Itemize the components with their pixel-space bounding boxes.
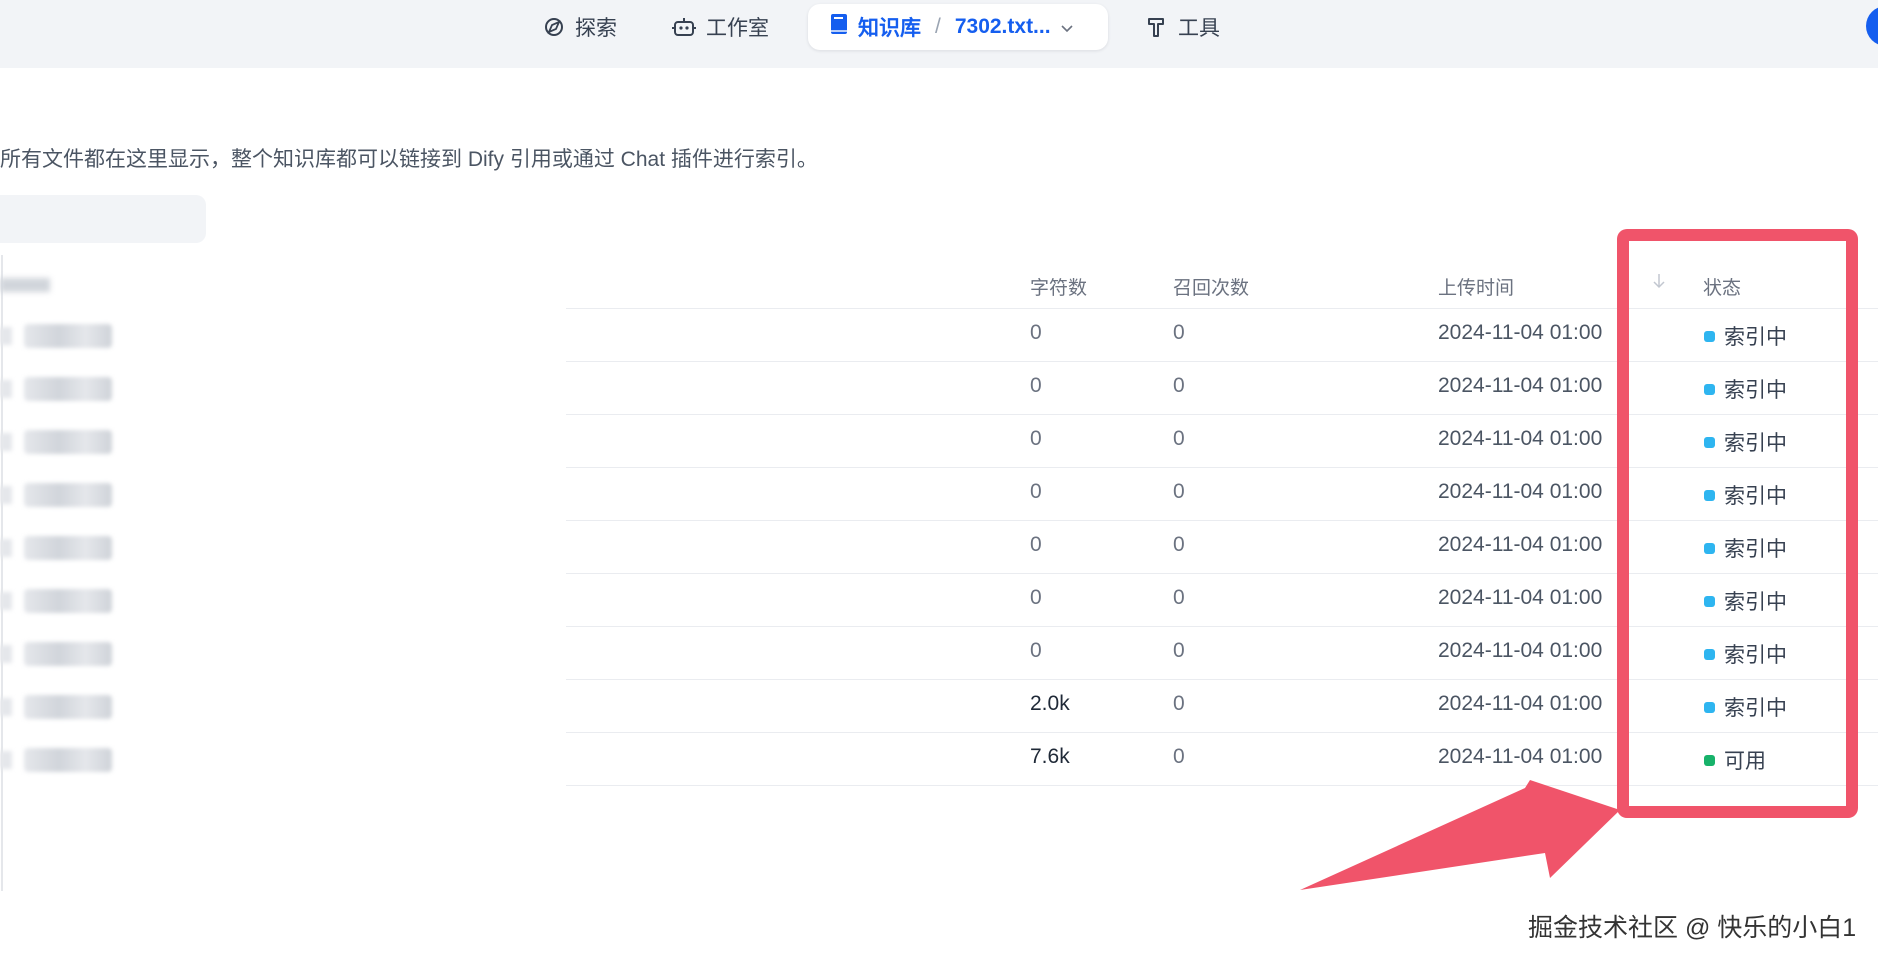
cell-words: 0 [1030, 321, 1042, 344]
cell-upload-time: 2024-11-04 01:00 [1438, 533, 1603, 556]
nav-studio-label: 工作室 [706, 17, 769, 40]
file-name-blurred [24, 377, 112, 401]
row-checkbox-blurred [0, 539, 12, 557]
table-row[interactable]: 2.0k 0 2024-11-04 01:00 索引中 [0, 680, 1878, 733]
table-row[interactable]: 0 0 2024-11-04 01:00 索引中 [0, 468, 1878, 521]
robot-icon [672, 16, 696, 38]
cell-upload-time: 2024-11-04 01:00 [1438, 427, 1603, 450]
header-words: 字符数 [1030, 278, 1088, 299]
cell-upload-time: 2024-11-04 01:00 [1438, 586, 1603, 609]
row-checkbox-blurred [0, 380, 12, 398]
cell-recall: 0 [1173, 586, 1185, 609]
file-name-blurred [24, 589, 112, 613]
cell-recall: 0 [1173, 692, 1185, 715]
book-icon [830, 13, 848, 41]
dataset-name[interactable]: 7302.txt... [955, 15, 1051, 39]
table-row[interactable]: 0 0 2024-11-04 01:00 索引中 [0, 415, 1878, 468]
cell-recall: 0 [1173, 533, 1185, 556]
annotation-highlight-box [1617, 229, 1858, 818]
cell-words: 0 [1030, 639, 1042, 662]
row-checkbox-blurred [0, 433, 12, 451]
search-input[interactable] [0, 195, 206, 243]
file-name-blurred [24, 748, 112, 772]
table-row[interactable]: 0 0 2024-11-04 01:00 索引中 [0, 309, 1878, 362]
cell-upload-time: 2024-11-04 01:00 [1438, 321, 1603, 344]
nav-explore[interactable]: 探索 [543, 0, 617, 54]
table-row[interactable]: 0 0 2024-11-04 01:00 索引中 [0, 362, 1878, 415]
cell-upload-time: 2024-11-04 01:00 [1438, 374, 1603, 397]
cell-words: 7.6k [1030, 745, 1070, 768]
nav-knowledge-label: 知识库 [858, 17, 921, 40]
nav-tools[interactable]: 工具 [1146, 0, 1220, 54]
file-name-blurred [24, 483, 112, 507]
row-checkbox-blurred [0, 592, 12, 610]
row-checkbox-blurred [0, 645, 12, 663]
table-row[interactable]: 0 0 2024-11-04 01:00 索引中 [0, 627, 1878, 680]
table-row[interactable]: 7.6k 0 2024-11-04 01:00 可用 [0, 733, 1878, 786]
page-description: 所有文件都在这里显示，整个知识库都可以链接到 Dify 引用或通过 Chat 插… [0, 148, 818, 171]
cell-upload-time: 2024-11-04 01:00 [1438, 745, 1603, 768]
cell-recall: 0 [1173, 639, 1185, 662]
hammer-icon [1146, 16, 1168, 38]
cell-words: 0 [1030, 533, 1042, 556]
cell-recall: 0 [1173, 745, 1185, 768]
file-name-blurred [24, 695, 112, 719]
header-name-blurred [0, 278, 50, 292]
avatar[interactable] [1866, 6, 1878, 46]
header-upload-time: 上传时间 [1438, 278, 1515, 299]
row-checkbox-blurred [0, 698, 12, 716]
nav-tools-label: 工具 [1178, 17, 1220, 40]
chevron-down-icon[interactable] [1061, 15, 1073, 39]
header-recall: 召回次数 [1173, 278, 1250, 299]
compass-icon [543, 16, 565, 38]
cell-recall: 0 [1173, 427, 1185, 450]
watermark: 掘金技术社区 @ 快乐的小白1 [1528, 914, 1857, 942]
nav-studio[interactable]: 工作室 [672, 0, 769, 54]
file-name-blurred [24, 430, 112, 454]
cell-words: 0 [1030, 374, 1042, 397]
cell-words: 2.0k [1030, 692, 1070, 715]
breadcrumb-separator: / [935, 15, 941, 38]
cell-upload-time: 2024-11-04 01:00 [1438, 639, 1603, 662]
cell-upload-time: 2024-11-04 01:00 [1438, 692, 1603, 715]
file-name-blurred [24, 536, 112, 560]
table-row[interactable]: 0 0 2024-11-04 01:00 索引中 [0, 574, 1878, 627]
row-checkbox-blurred [0, 327, 12, 345]
cell-recall: 0 [1173, 480, 1185, 503]
cell-words: 0 [1030, 427, 1042, 450]
file-name-blurred [24, 324, 112, 348]
cell-words: 0 [1030, 480, 1042, 503]
file-name-blurred [24, 642, 112, 666]
cell-recall: 0 [1173, 374, 1185, 397]
top-navigation: 探索 工作室 知识库 / 7302.txt... 工具 [0, 0, 1878, 68]
row-checkbox-blurred [0, 486, 12, 504]
row-checkbox-blurred [0, 751, 12, 769]
table-row[interactable]: 0 0 2024-11-04 01:00 索引中 [0, 521, 1878, 574]
nav-knowledge[interactable]: 知识库 / 7302.txt... [808, 4, 1108, 50]
nav-explore-label: 探索 [575, 17, 617, 40]
cell-words: 0 [1030, 586, 1042, 609]
cell-upload-time: 2024-11-04 01:00 [1438, 480, 1603, 503]
cell-recall: 0 [1173, 321, 1185, 344]
